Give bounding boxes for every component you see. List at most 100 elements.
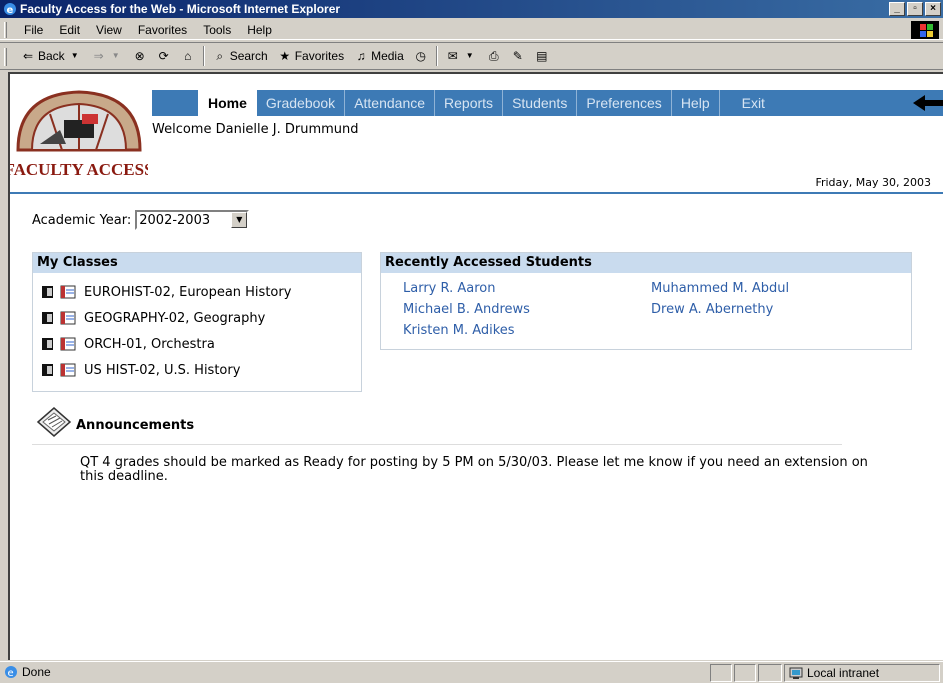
history-button[interactable]: ◷ bbox=[409, 49, 433, 63]
announcements-divider bbox=[32, 444, 842, 445]
favorites-icon: ★ bbox=[279, 49, 291, 63]
nav-students[interactable]: Students bbox=[503, 90, 578, 116]
back-button[interactable]: ⇐ Back ▼ bbox=[16, 49, 87, 63]
class-item: GEOGRAPHY-02, Geography bbox=[33, 305, 361, 331]
newspaper-icon bbox=[36, 407, 72, 437]
book-icon[interactable] bbox=[41, 337, 54, 351]
toolbar: ⇐ Back ▼ ⇒ ▼ ⊗ ⟳ ⌂ ⌕ Search ★ Favorites ♫ Medi… bbox=[0, 42, 943, 70]
forward-arrow-icon: ⇒ bbox=[93, 49, 104, 63]
mail-button[interactable]: ✉ ▼ bbox=[441, 49, 482, 63]
menu-file[interactable]: File bbox=[16, 23, 51, 37]
student-link[interactable]: Larry R. Aaron bbox=[403, 281, 495, 296]
minimize-button[interactable]: _ bbox=[889, 2, 905, 16]
book-icon[interactable] bbox=[41, 285, 54, 299]
student-link[interactable]: Muhammed M. Abdul bbox=[651, 281, 789, 296]
announcement-text: QT 4 grades should be marked as Ready fo… bbox=[80, 455, 868, 484]
menu-bar: File Edit View Favorites Tools Help bbox=[0, 20, 943, 40]
academic-year-label: Academic Year: bbox=[32, 212, 132, 228]
mail-icon: ✉ bbox=[447, 49, 458, 63]
print-icon: ⎙ bbox=[488, 49, 499, 63]
menu-edit[interactable]: Edit bbox=[51, 23, 88, 37]
main-nav: Home Gradebook Attendance Reports Studen… bbox=[152, 90, 943, 116]
student-link[interactable]: Drew A. Abernethy bbox=[651, 302, 773, 317]
favorites-button[interactable]: ★ Favorites bbox=[273, 49, 349, 63]
gradebook-icon[interactable] bbox=[60, 285, 76, 299]
recent-students-panel: Recently Accessed Students Larry R. Aaro… bbox=[380, 252, 912, 350]
edit-icon: ✎ bbox=[512, 49, 523, 63]
announcements-title: Announcements bbox=[76, 418, 195, 433]
stop-button[interactable]: ⊗ bbox=[128, 49, 152, 63]
academic-year: Academic Year: 2002-2003 ▼ bbox=[32, 210, 250, 230]
class-item: EUROHIST-02, European History bbox=[33, 279, 361, 305]
nav-help[interactable]: Help bbox=[672, 90, 720, 116]
intranet-icon bbox=[789, 667, 803, 679]
discuss-button[interactable]: ▤ bbox=[530, 49, 554, 63]
academic-year-value: 2002-2003 bbox=[139, 212, 211, 228]
media-button[interactable]: ♫ Media bbox=[349, 49, 409, 63]
page-icon: e bbox=[5, 666, 17, 679]
svg-text:e: e bbox=[8, 668, 14, 679]
zone-label: Local intranet bbox=[807, 666, 880, 680]
restore-button[interactable]: ▫ bbox=[907, 2, 923, 16]
back-arrow-icon: ⇐ bbox=[22, 49, 34, 63]
nav-reports[interactable]: Reports bbox=[435, 90, 504, 116]
chevron-down-icon: ▼ bbox=[70, 51, 79, 60]
menu-favorites[interactable]: Favorites bbox=[130, 23, 195, 37]
book-icon[interactable] bbox=[41, 311, 54, 325]
class-item: ORCH-01, Orchestra bbox=[33, 331, 361, 357]
stop-icon: ⊗ bbox=[134, 49, 145, 63]
academic-year-select[interactable]: 2002-2003 ▼ bbox=[135, 210, 250, 230]
window-title: Faculty Access for the Web - Microsoft I… bbox=[20, 2, 341, 16]
class-link[interactable]: US HIST-02, U.S. History bbox=[84, 363, 240, 378]
discuss-icon: ▤ bbox=[536, 49, 548, 63]
forward-button[interactable]: ⇒ ▼ bbox=[87, 49, 128, 63]
menu-help[interactable]: Help bbox=[239, 23, 280, 37]
left-arrow-icon bbox=[913, 95, 943, 111]
media-icon: ♫ bbox=[356, 49, 366, 63]
menu-tools[interactable]: Tools bbox=[195, 23, 239, 37]
close-button[interactable]: × bbox=[925, 2, 941, 16]
nav-preferences[interactable]: Preferences bbox=[577, 90, 672, 116]
gradebook-icon[interactable] bbox=[60, 337, 76, 351]
gradebook-icon[interactable] bbox=[60, 363, 76, 377]
nav-exit[interactable]: Exit bbox=[720, 90, 774, 116]
refresh-icon: ⟳ bbox=[158, 49, 169, 63]
page-viewport: FACULTY ACCESS Home Gradebook Attendance… bbox=[8, 72, 943, 660]
print-button[interactable]: ⎙ bbox=[482, 49, 506, 63]
security-zone: Local intranet bbox=[784, 664, 940, 682]
home-icon: ⌂ bbox=[184, 49, 192, 63]
svg-text:e: e bbox=[7, 5, 14, 16]
refresh-button[interactable]: ⟳ bbox=[152, 49, 176, 63]
my-classes-title: My Classes bbox=[33, 253, 361, 273]
browser-window: e Faculty Access for the Web - Microsoft… bbox=[0, 0, 943, 683]
search-button[interactable]: ⌕ Search bbox=[208, 49, 273, 63]
svg-text:FACULTY ACCESS: FACULTY ACCESS bbox=[10, 160, 148, 179]
title-bar: e Faculty Access for the Web - Microsoft… bbox=[0, 0, 943, 18]
nav-attendance[interactable]: Attendance bbox=[345, 90, 436, 116]
status-bar: e Done Local intranet bbox=[0, 661, 943, 683]
student-link[interactable]: Michael B. Andrews bbox=[403, 302, 530, 317]
nav-home[interactable]: Home bbox=[198, 90, 257, 116]
edit-button[interactable]: ✎ bbox=[506, 49, 530, 63]
chevron-down-icon: ▼ bbox=[111, 51, 120, 60]
chevron-down-icon: ▼ bbox=[465, 51, 474, 60]
windows-logo-icon bbox=[911, 21, 939, 39]
class-item: US HIST-02, U.S. History bbox=[33, 357, 361, 383]
student-link[interactable]: Kristen M. Adikes bbox=[403, 323, 515, 338]
gradebook-icon[interactable] bbox=[60, 311, 76, 325]
class-link[interactable]: GEOGRAPHY-02, Geography bbox=[84, 311, 265, 326]
chevron-down-icon[interactable]: ▼ bbox=[231, 212, 248, 228]
history-icon: ◷ bbox=[415, 49, 426, 63]
menu-view[interactable]: View bbox=[88, 23, 130, 37]
status-text: Done bbox=[22, 665, 51, 679]
current-date: Friday, May 30, 2003 bbox=[815, 176, 931, 189]
home-button[interactable]: ⌂ bbox=[176, 49, 200, 63]
my-classes-panel: My Classes EUROHIST-02, European History… bbox=[32, 252, 362, 392]
class-link[interactable]: ORCH-01, Orchestra bbox=[84, 337, 215, 352]
book-icon[interactable] bbox=[41, 363, 54, 377]
search-icon: ⌕ bbox=[216, 49, 224, 63]
class-link[interactable]: EUROHIST-02, European History bbox=[84, 285, 291, 300]
recent-students-title: Recently Accessed Students bbox=[381, 253, 911, 273]
header-divider bbox=[10, 192, 943, 194]
nav-gradebook[interactable]: Gradebook bbox=[257, 90, 346, 116]
